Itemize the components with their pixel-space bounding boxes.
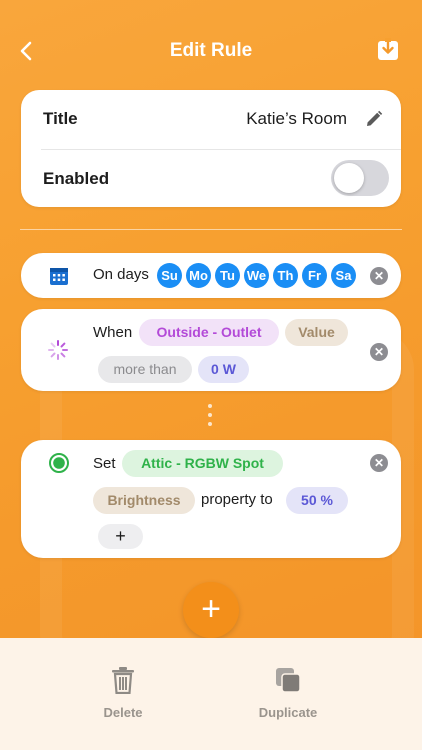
title-label: Title [43,109,78,128]
day-chip-thursday[interactable]: Th [273,263,298,288]
remove-schedule-icon[interactable]: ✕ [370,267,388,285]
action-device-chip[interactable]: Attic - RGBW Spot [122,450,283,477]
day-chip-sunday[interactable]: Su [157,263,182,288]
remove-condition-icon[interactable]: ✕ [370,343,388,361]
action-prefix: Set [93,455,116,472]
condition-prefix: When [93,324,133,341]
condition-card[interactable]: When Outside - Outlet Value more than 0 … [21,309,401,391]
threshold-chip[interactable]: 0 W [198,356,249,383]
schedule-trigger-card[interactable]: On days Su Mo Tu We Th Fr Sa ✕ [21,253,401,298]
duplicate-label: Duplicate [258,705,318,720]
trash-icon [112,667,134,695]
calendar-icon [49,266,69,286]
delete-button[interactable]: Delete [63,666,183,720]
navigation-header: Edit Rule [0,0,422,100]
bottom-toolbar: Delete Duplicate [0,638,422,750]
duplicate-icon [276,668,301,693]
day-chip-friday[interactable]: Fr [302,263,327,288]
value-chip[interactable]: 50 % [286,487,348,514]
section-separator [20,229,402,230]
property-connector: property to [201,491,273,508]
day-chip-tuesday[interactable]: Tu [215,263,240,288]
connector-dots [208,404,214,431]
enabled-toggle[interactable] [331,160,389,196]
schedule-prefix: On days [93,266,149,283]
day-chip-saturday[interactable]: Sa [331,263,356,288]
spinner-sensor-icon [47,339,69,361]
green-status-icon [49,453,69,473]
delete-label: Delete [103,705,143,720]
condition-attribute-chip[interactable]: Value [285,319,348,346]
title-value[interactable]: Katie’s Room [246,109,347,129]
remove-action-icon[interactable]: ✕ [370,454,388,472]
add-action-button[interactable]: + [98,524,143,549]
save-download-icon[interactable] [376,38,400,62]
toggle-knob [334,163,364,193]
rule-settings-card: Title Katie’s Room Enabled [21,90,401,207]
add-rule-item-button[interactable]: + [183,582,239,638]
enabled-label: Enabled [43,169,110,188]
condition-device-chip[interactable]: Outside - Outlet [139,319,279,346]
day-chip-monday[interactable]: Mo [186,263,211,288]
action-card[interactable]: Set Attic - RGBW Spot Brightness propert… [21,440,401,558]
page-title: Edit Rule [169,40,253,61]
duplicate-button[interactable]: Duplicate [228,666,348,720]
divider [41,149,401,150]
day-chip-wednesday[interactable]: We [244,263,269,288]
comparator-chip[interactable]: more than [98,356,192,383]
property-chip[interactable]: Brightness [93,487,195,514]
pencil-edit-icon[interactable] [365,110,383,128]
